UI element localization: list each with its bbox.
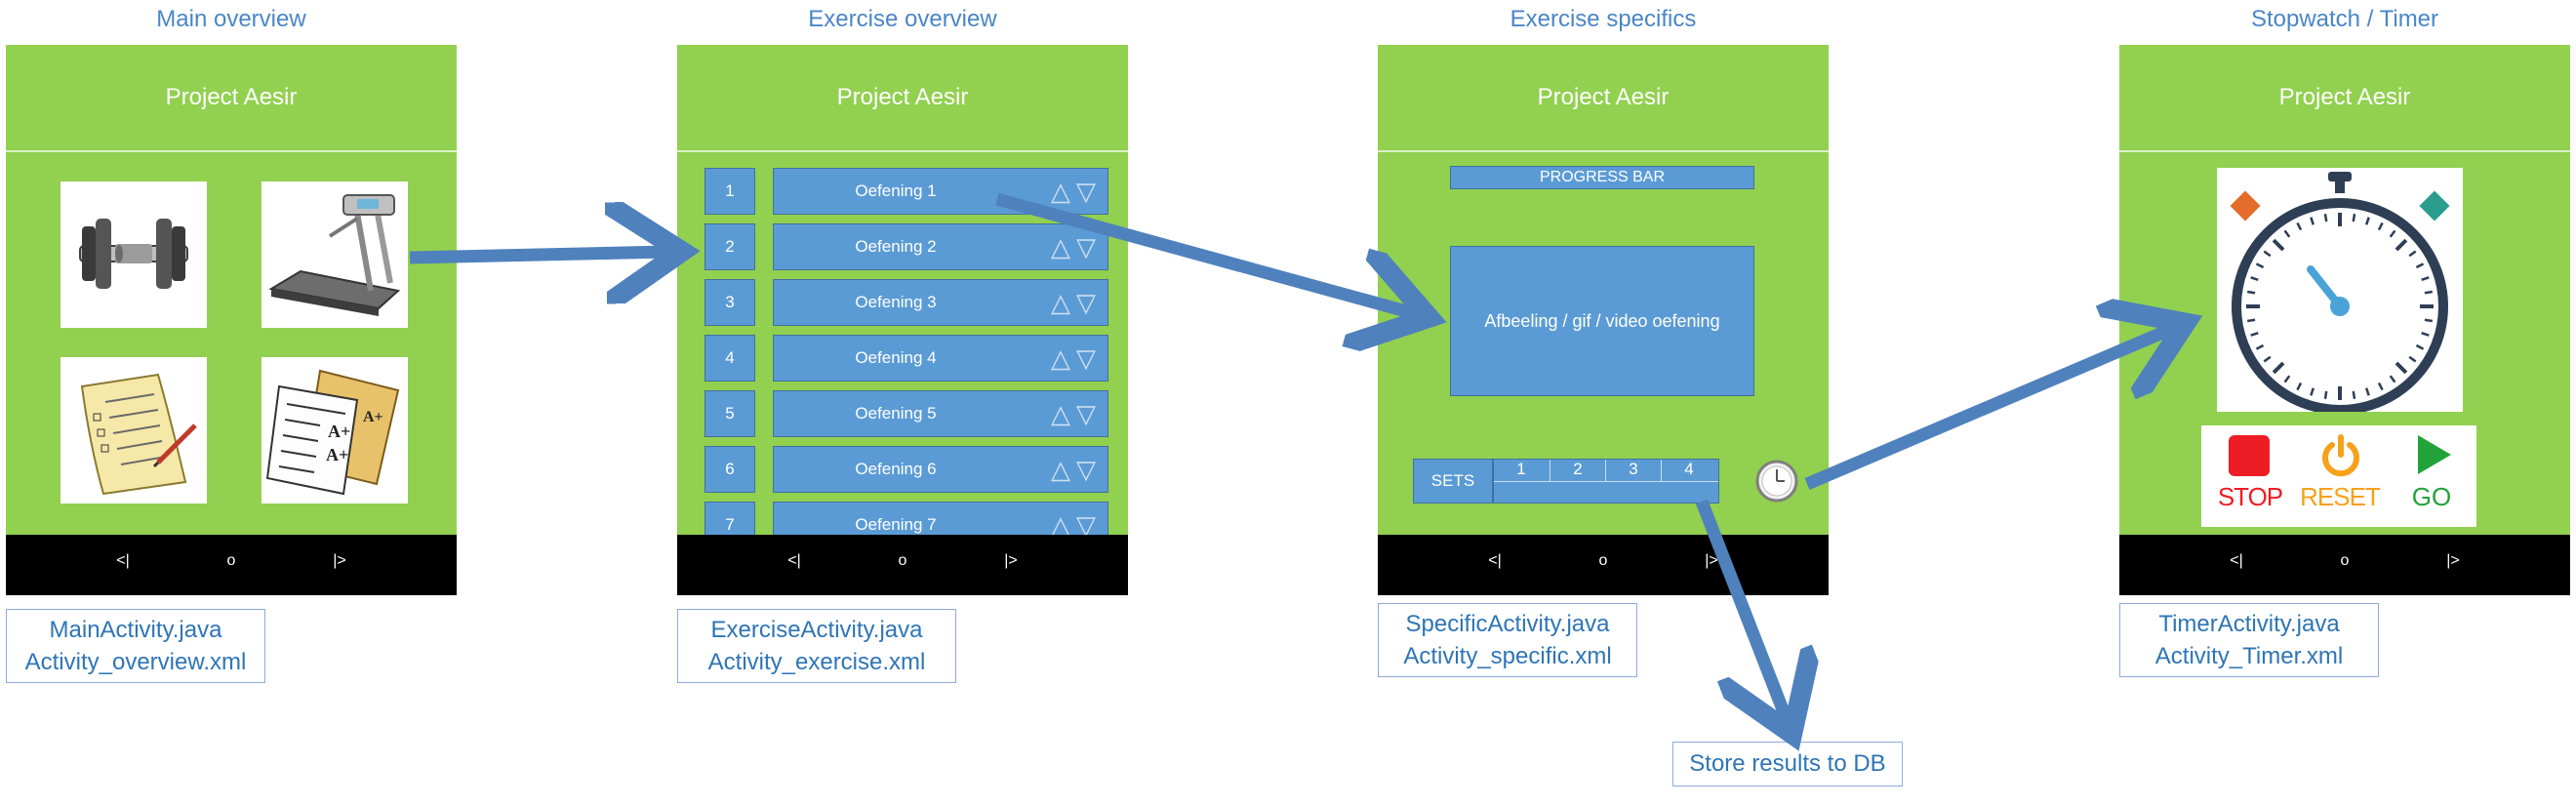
- arrow-main-to-exercise: [409, 252, 669, 258]
- flow-arrows: [409, 192, 2576, 806]
- arrow-specifics-to-timer: [1804, 328, 2174, 490]
- arrow-exercise-to-specifics: [995, 192, 1417, 314]
- arrow-specifics-to-db: [1695, 499, 1788, 722]
